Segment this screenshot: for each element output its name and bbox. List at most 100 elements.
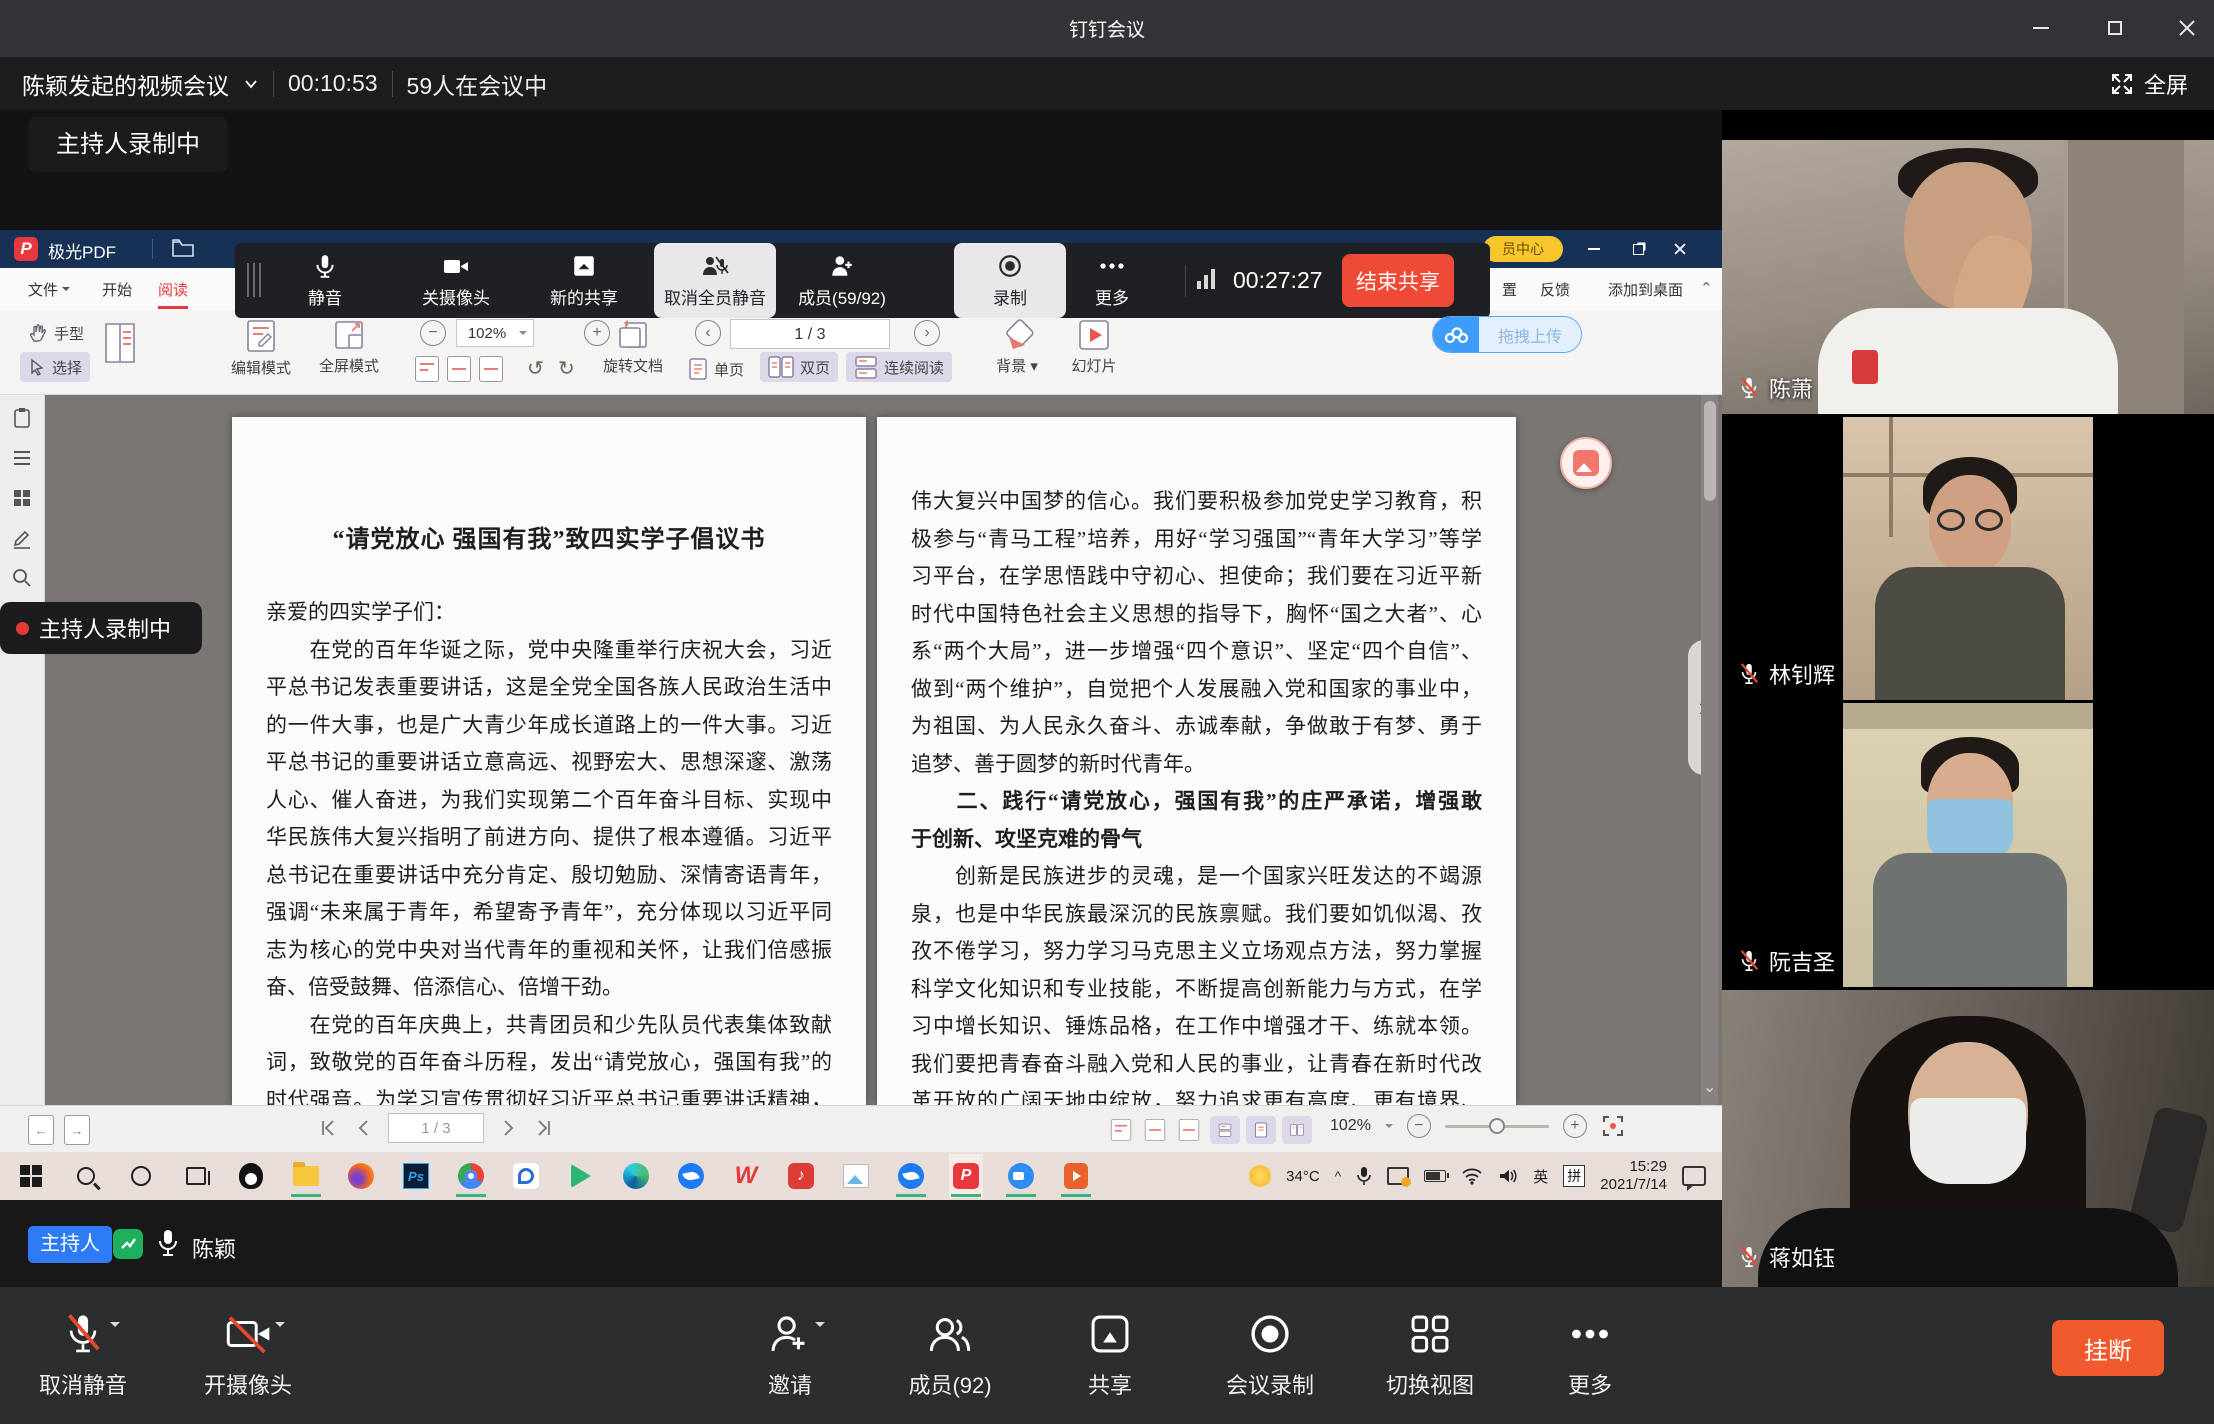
single-page-button[interactable]: 单页 xyxy=(688,354,744,384)
pdf-close-button[interactable] xyxy=(1662,235,1698,263)
continuous-read-button[interactable]: 连续阅读 xyxy=(846,352,952,382)
grid-view-icon[interactable] xyxy=(11,487,33,509)
taskbar-edge[interactable] xyxy=(619,1154,653,1198)
self-mic-icon[interactable] xyxy=(156,1228,180,1258)
end-share-button[interactable]: 结束共享 xyxy=(1342,254,1454,307)
double-page-button[interactable]: 双页 xyxy=(760,352,838,382)
pdf-menu-settings[interactable]: 置 xyxy=(1502,279,1517,300)
rotate-right-icon[interactable]: ↻ xyxy=(558,356,575,381)
drag-handle[interactable] xyxy=(247,263,261,297)
pdf-minimize-button[interactable] xyxy=(1576,235,1612,263)
status-page-input[interactable]: 1 / 3 xyxy=(388,1113,484,1143)
first-page-icon[interactable] xyxy=(318,1118,338,1138)
pdf-menu-home[interactable]: 开始 xyxy=(102,279,132,300)
taskbar-netdisk[interactable] xyxy=(509,1154,543,1198)
tray-expand-icon[interactable]: ^ xyxy=(1335,1168,1342,1184)
read-mode-button[interactable] xyxy=(100,320,140,366)
actual-size-button[interactable] xyxy=(415,356,439,382)
share-record-button[interactable]: 录制 xyxy=(954,243,1066,318)
drag-upload-widget[interactable]: 拖拽上传 xyxy=(1432,316,1582,353)
prev-view-button[interactable]: ← xyxy=(28,1115,54,1145)
status-fit-page-button[interactable] xyxy=(1140,1116,1170,1144)
scroll-down-icon[interactable]: ⌄ xyxy=(1703,1077,1716,1097)
taskbar-wps[interactable]: W xyxy=(729,1154,763,1198)
image-to-pdf-fab[interactable] xyxy=(1560,437,1612,489)
battery-icon[interactable] xyxy=(1424,1170,1446,1182)
participant-tile-4[interactable]: 蒋如钰 xyxy=(1722,990,2214,1287)
share-button[interactable]: 共享 xyxy=(1045,1301,1175,1411)
taskbar-photoshop[interactable]: Ps xyxy=(399,1154,433,1198)
chevron-down-icon[interactable] xyxy=(110,1322,120,1332)
status-zoom-out[interactable]: − xyxy=(1407,1114,1431,1138)
status-continuous-button[interactable] xyxy=(1210,1116,1240,1144)
meeting-record-button[interactable]: 会议录制 xyxy=(1205,1301,1335,1411)
taskbar-dingtalk[interactable] xyxy=(674,1154,708,1198)
hang-up-button[interactable]: 挂断 xyxy=(2052,1320,2164,1376)
member-center-pill[interactable]: 员中心 xyxy=(1483,236,1563,262)
last-page-icon[interactable] xyxy=(534,1118,554,1138)
vertical-scrollbar[interactable] xyxy=(1701,395,1718,1105)
page-number-input[interactable]: 1 / 3 xyxy=(730,319,890,349)
members-button[interactable]: 成员(92) xyxy=(885,1301,1015,1411)
window-minimize-button[interactable] xyxy=(2018,8,2064,48)
participant-tile-1[interactable]: 陈萧 xyxy=(1722,140,2214,414)
zoom-slider-knob[interactable] xyxy=(1489,1118,1505,1134)
start-button[interactable] xyxy=(14,1154,48,1198)
window-close-button[interactable] xyxy=(2164,8,2210,48)
fullscreen-button[interactable]: 全屏 xyxy=(2110,68,2188,100)
prev-page-button[interactable]: ‹ xyxy=(695,320,721,346)
status-zoom-value[interactable]: 102% xyxy=(1330,1117,1371,1135)
taskbar-clip-app[interactable] xyxy=(1059,1154,1093,1198)
taskbar-cortana[interactable] xyxy=(124,1154,158,1198)
rotate-doc-button[interactable]: 旋转文档 xyxy=(598,319,668,376)
screen-record-tray-icon[interactable] xyxy=(1387,1167,1409,1185)
wifi-icon[interactable] xyxy=(1461,1167,1483,1185)
camera-off-button[interactable]: 关摄像头 xyxy=(396,243,516,318)
hand-tool-button[interactable]: 手型 xyxy=(28,318,84,348)
chevron-down-icon[interactable] xyxy=(815,1322,825,1332)
task-view-button[interactable] xyxy=(179,1154,213,1198)
collapse-ribbon-icon[interactable]: ⌃ xyxy=(1700,279,1713,297)
status-actual-size-button[interactable] xyxy=(1106,1116,1136,1144)
meeting-title[interactable]: 陈颖发起的视频会议 xyxy=(22,67,229,101)
fit-page-button[interactable] xyxy=(447,356,471,382)
zoom-slider[interactable] xyxy=(1445,1125,1549,1128)
clipboard-icon[interactable] xyxy=(11,407,33,429)
taskbar-chrome[interactable] xyxy=(454,1154,488,1198)
pdf-menu-feedback[interactable]: 反馈 xyxy=(1540,279,1570,300)
status-fullscreen-icon[interactable] xyxy=(1601,1114,1625,1138)
temperature[interactable]: 34°C xyxy=(1286,1168,1320,1185)
window-maximize-button[interactable] xyxy=(2092,8,2138,48)
speaker-icon[interactable] xyxy=(1498,1167,1518,1185)
invite-button[interactable]: 邀请 xyxy=(725,1301,855,1411)
chevron-down-icon[interactable] xyxy=(243,76,259,92)
taskbar-jiguang-pdf[interactable]: P xyxy=(949,1154,983,1198)
select-tool-button[interactable]: 选择 xyxy=(20,352,90,382)
status-double-page-button[interactable] xyxy=(1282,1116,1312,1144)
taskbar-media-play[interactable] xyxy=(564,1154,598,1198)
pdf-menu-read[interactable]: 阅读 xyxy=(158,279,188,309)
thumbnail-list-icon[interactable] xyxy=(11,447,33,469)
next-page-icon[interactable] xyxy=(502,1118,516,1138)
taskbar-firefox[interactable] xyxy=(344,1154,378,1198)
next-view-button[interactable]: → xyxy=(64,1115,90,1145)
new-share-button[interactable]: 新的共享 xyxy=(524,243,644,318)
pdf-menu-file[interactable]: 文件 xyxy=(28,279,70,300)
background-button[interactable]: 背景 ▾ xyxy=(985,319,1049,376)
more-button[interactable]: 更多 xyxy=(1525,1301,1655,1411)
taskbar-file-explorer[interactable] xyxy=(289,1154,323,1198)
scrollbar-thumb[interactable] xyxy=(1704,401,1716,501)
taskbar-camera-app[interactable] xyxy=(1004,1154,1038,1198)
mute-button[interactable]: 静音 xyxy=(265,243,385,318)
taskbar-netease-music[interactable]: ♪ xyxy=(784,1154,818,1198)
fullscreen-mode-button[interactable]: 全屏模式 xyxy=(313,319,385,376)
notification-center-icon[interactable] xyxy=(1682,1166,1706,1186)
taskbar-qq[interactable] xyxy=(234,1154,268,1198)
unmute-all-button[interactable]: 取消全员静音 xyxy=(654,243,776,318)
taskbar-search[interactable] xyxy=(69,1154,103,1198)
edit-mode-button[interactable]: 编辑模式 xyxy=(225,319,297,378)
camera-on-button[interactable]: 开摄像头 xyxy=(183,1301,313,1411)
annotate-icon[interactable] xyxy=(11,527,33,549)
share-members-button[interactable]: 成员(59/92) xyxy=(782,243,902,318)
tray-clock[interactable]: 15:29 2021/7/14 xyxy=(1600,1158,1667,1194)
